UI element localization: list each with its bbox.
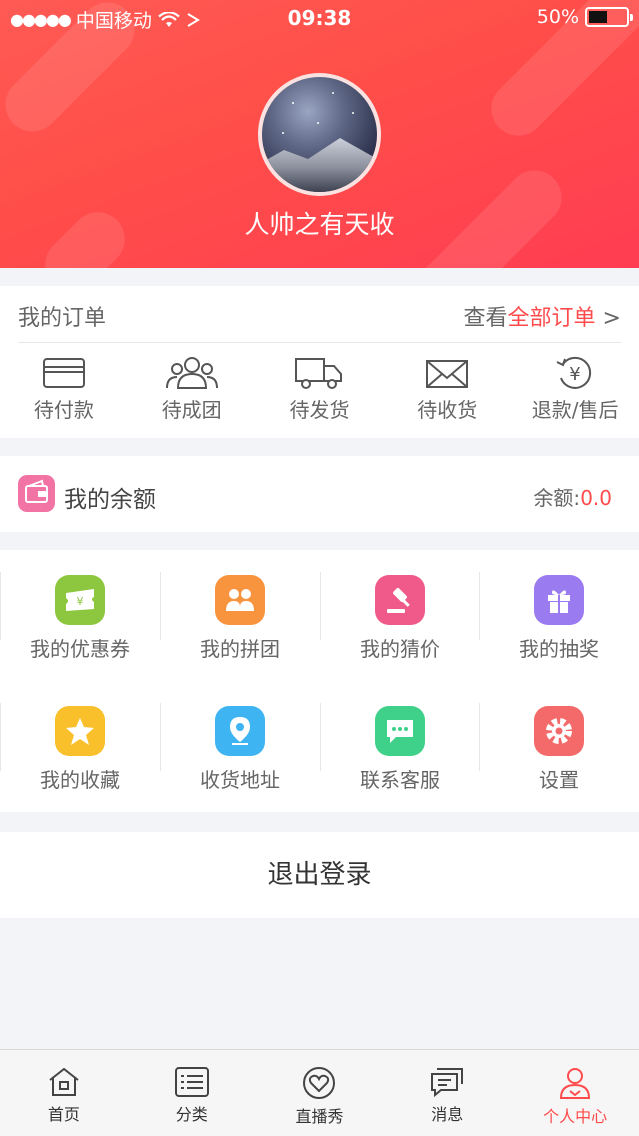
group-icon	[165, 357, 218, 389]
balance-value: 0.0	[580, 486, 612, 510]
order-refund[interactable]: ¥ 退款/售后	[511, 356, 639, 423]
tab-label: 分类	[175, 1105, 208, 1124]
tab-profile[interactable]: 个人中心	[511, 1050, 639, 1136]
service-favorites[interactable]: 我的收藏	[0, 681, 160, 812]
location-icon	[215, 706, 265, 756]
star-icon	[55, 706, 105, 756]
card-icon	[42, 358, 85, 388]
order-label: 待发货	[289, 398, 350, 422]
order-pending-receipt[interactable]: 待收货	[383, 356, 511, 423]
envelope-icon	[426, 360, 469, 388]
order-pending-payment[interactable]: 待付款	[0, 356, 128, 423]
service-label: 联系客服	[360, 768, 440, 792]
balance-row[interactable]: 我的余额 余额:0.0	[0, 456, 639, 532]
tab-messages[interactable]: 消息	[383, 1050, 511, 1136]
tab-live[interactable]: 直播秀	[256, 1050, 384, 1136]
wallet-icon	[18, 475, 55, 512]
balance-amount: 余额:0.0	[533, 482, 612, 511]
tab-label: 直播秀	[295, 1107, 344, 1126]
person-icon	[560, 1068, 591, 1099]
service-settings[interactable]: 设置	[479, 681, 639, 812]
svg-text:¥: ¥	[569, 364, 580, 385]
tab-label: 首页	[47, 1105, 80, 1124]
gear-icon	[534, 706, 584, 756]
battery-icon	[585, 7, 633, 27]
service-label: 我的优惠券	[30, 637, 130, 661]
order-pending-shipment[interactable]: 待发货	[256, 356, 384, 423]
gavel-icon	[375, 575, 425, 625]
home-icon	[49, 1067, 79, 1096]
service-lottery[interactable]: 我的抽奖	[479, 550, 639, 681]
team-icon	[215, 575, 265, 625]
service-label: 我的抽奖	[519, 637, 599, 661]
services-grid: ¥ 我的优惠券 我的拼团 我的猜价 我的抽奖 我的收藏 收货地址 联系客服 设置	[0, 550, 639, 812]
profile-header: ●●●●● 中国移动 09:38 50% 人帅之有天收	[0, 0, 639, 268]
view-all-prefix: 查看	[463, 306, 508, 331]
order-label: 待成团	[161, 398, 222, 422]
view-all-highlight: 全部订单	[507, 306, 596, 331]
status-bar: ●●●●● 中国移动 09:38 50%	[0, 0, 639, 36]
coupon-icon: ¥	[55, 575, 105, 625]
svg-text:¥: ¥	[77, 595, 84, 608]
service-customer-support[interactable]: 联系客服	[320, 681, 480, 812]
service-price-guess[interactable]: 我的猜价	[320, 550, 480, 681]
service-team[interactable]: 我的拼团	[160, 550, 320, 681]
order-pending-group[interactable]: 待成团	[128, 356, 256, 423]
divider	[18, 342, 621, 343]
service-label: 我的拼团	[200, 637, 280, 661]
service-coupons[interactable]: ¥ 我的优惠券	[0, 550, 160, 681]
heart-live-icon	[303, 1067, 336, 1099]
view-all-orders-link[interactable]: 查看全部订单 >	[464, 300, 621, 332]
list-icon	[174, 1067, 209, 1097]
service-label: 收货地址	[200, 768, 280, 792]
orders-title: 我的订单	[18, 306, 107, 331]
tab-label: 个人中心	[543, 1107, 608, 1126]
logout-label: 退出登录	[267, 860, 372, 890]
tab-label: 消息	[431, 1105, 464, 1124]
logout-button[interactable]: 退出登录	[0, 832, 639, 918]
service-label: 我的收藏	[40, 768, 120, 792]
balance-title: 我的余额	[64, 487, 156, 513]
battery-percent: 50%	[536, 6, 579, 28]
refund-icon: ¥	[556, 356, 592, 389]
service-label: 设置	[539, 768, 579, 792]
order-label: 退款/售后	[531, 398, 619, 422]
message-icon	[431, 1068, 464, 1098]
tab-category[interactable]: 分类	[128, 1050, 256, 1136]
username: 人帅之有天收	[244, 210, 395, 239]
gift-icon	[534, 575, 584, 625]
balance-label: 余额:	[533, 486, 581, 510]
service-label: 我的猜价	[360, 637, 440, 661]
order-label: 待付款	[33, 398, 94, 422]
chat-icon	[375, 706, 425, 756]
chevron-right-icon: >	[595, 306, 621, 331]
truck-icon	[295, 358, 343, 389]
avatar[interactable]	[258, 73, 381, 196]
service-address[interactable]: 收货地址	[160, 681, 320, 812]
orders-card: 我的订单 查看全部订单 > 待付款 待成团 待发货 待收货 ¥ 退款/售后	[0, 286, 639, 438]
order-label: 待收货	[417, 398, 478, 422]
tab-home[interactable]: 首页	[0, 1050, 128, 1136]
tab-bar: 首页 分类 直播秀 消息 个人中心	[0, 1049, 639, 1136]
